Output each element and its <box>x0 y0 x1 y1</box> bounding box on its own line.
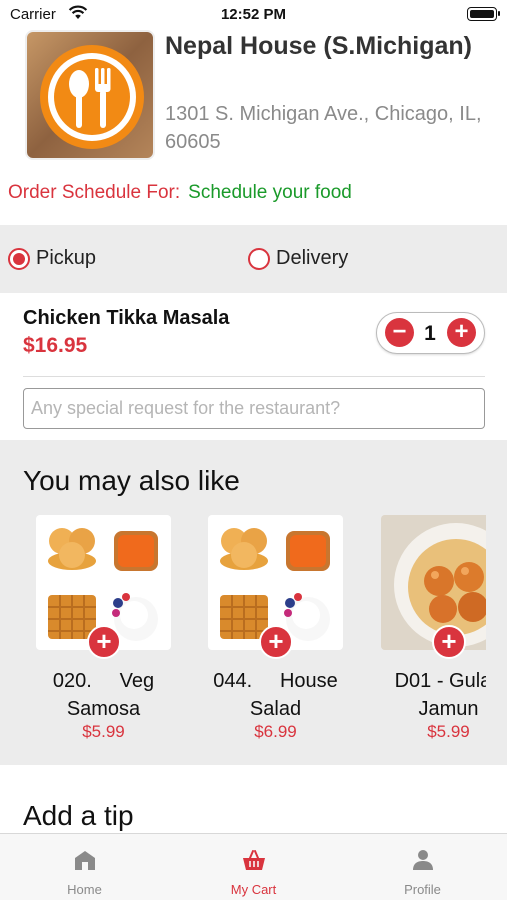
suggestions-carousel[interactable]: + 020. Veg Samosa $5.99 + 044. House Sal… <box>0 515 486 755</box>
schedule-value-link[interactable]: Schedule your food <box>188 182 352 203</box>
restaurant-name: Nepal House (S.Michigan) <box>165 32 472 60</box>
battery-icon <box>467 7 500 21</box>
delivery-option[interactable]: Delivery <box>248 247 348 270</box>
schedule-label: Order Schedule For: <box>8 182 181 203</box>
tab-home-label: Home <box>67 882 102 897</box>
suggestion-price: $5.99 <box>427 722 470 741</box>
suggestion-price: $6.99 <box>254 722 297 741</box>
suggestion-price: $5.99 <box>82 722 125 741</box>
divider <box>23 376 485 377</box>
home-icon <box>75 851 95 870</box>
person-icon <box>413 850 433 870</box>
suggestion-name-line2: Samosa <box>66 698 141 720</box>
fork-spoon-logo-icon <box>40 45 144 149</box>
cart-basket-icon <box>243 850 265 870</box>
pickup-label: Pickup <box>36 247 97 269</box>
suggestion-name-line1: 020. Veg <box>52 670 155 692</box>
order-method-selector: Pickup Delivery <box>0 225 507 293</box>
decrease-quantity-button[interactable]: − <box>385 318 414 347</box>
tab-my-cart[interactable]: My Cart <box>169 834 338 900</box>
suggestion-name: 020. Veg Samosa <box>31 667 176 723</box>
suggestion-name-line1: D01 - Gulab <box>394 670 486 692</box>
tab-profile-label: Profile <box>404 882 441 897</box>
suggestion-name-line2: Salad <box>249 698 302 720</box>
restaurant-logo <box>25 30 155 160</box>
delivery-label: Delivery <box>276 247 349 269</box>
suggestion-card[interactable]: + 020. Veg Samosa $5.99 <box>21 515 181 755</box>
suggestion-name: 044. House Salad <box>203 667 348 723</box>
add-to-cart-button[interactable]: + <box>259 625 293 659</box>
tip-section-title: Add a tip <box>23 800 134 831</box>
radio-selected-icon[interactable] <box>8 247 30 270</box>
order-schedule[interactable]: Order Schedule For: Schedule your food <box>8 182 352 204</box>
radio-unselected-icon[interactable] <box>248 247 270 270</box>
suggestion-name-line1: 044. House <box>213 670 338 692</box>
cart-item-name: Chicken Tikka Masala <box>23 307 230 329</box>
tab-bar: Home My Cart Profile <box>0 833 507 900</box>
increase-quantity-button[interactable]: + <box>447 318 476 347</box>
suggestion-card[interactable]: + 044. House Salad $6.99 <box>193 515 353 755</box>
quantity-stepper: 1 − + <box>376 312 485 354</box>
tab-profile[interactable]: Profile <box>338 834 507 900</box>
suggestion-name-line2: Jamun <box>418 698 479 720</box>
pickup-option[interactable]: Pickup <box>8 247 96 270</box>
restaurant-address: 1301 S. Michigan Ave., Chicago, IL, 6060… <box>165 103 482 153</box>
suggestions-title: You may also like <box>23 465 240 496</box>
tab-home[interactable]: Home <box>0 834 169 900</box>
special-request-input[interactable] <box>23 388 485 429</box>
suggestion-card[interactable]: + D01 - Gulab Jamun $5.99 <box>366 515 486 755</box>
clock: 12:52 PM <box>220 6 287 23</box>
tab-my-cart-label: My Cart <box>230 882 277 897</box>
add-to-cart-button[interactable]: + <box>432 625 466 659</box>
cart-item-price: $16.95 <box>23 334 88 357</box>
suggestion-name: D01 - Gulab Jamun <box>376 667 486 723</box>
status-bar: Carrier 12:52 PM <box>0 0 507 30</box>
add-to-cart-button[interactable]: + <box>87 625 121 659</box>
gulab-jamun-image <box>381 515 486 650</box>
gulab-jamun-bowl-icon <box>381 515 486 650</box>
suggestions-panel: You may also like + 020. Veg Samosa $5.9… <box>0 440 507 765</box>
